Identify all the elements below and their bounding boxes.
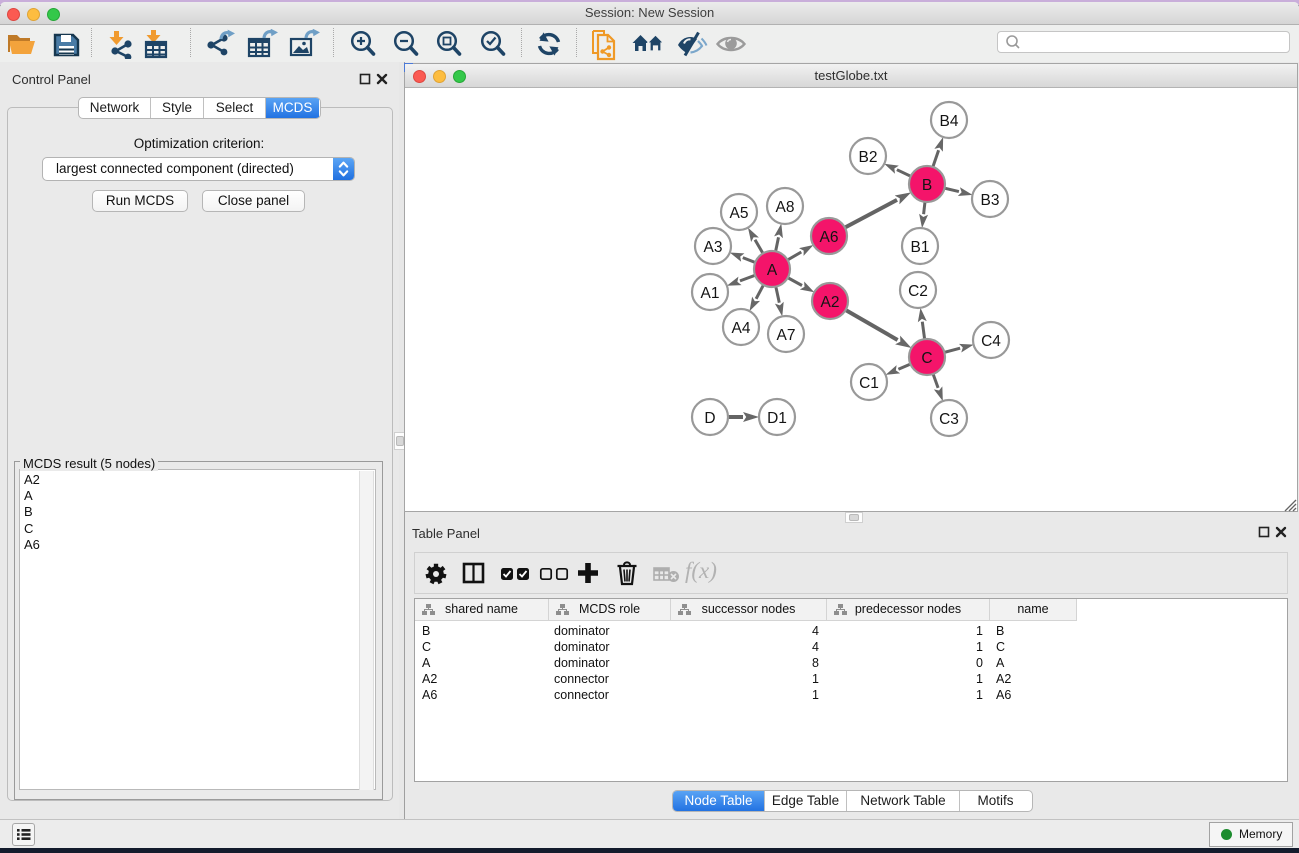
svg-text:C: C — [921, 350, 932, 367]
svg-text:B: B — [922, 177, 932, 194]
svg-text:B3: B3 — [981, 192, 1000, 209]
svg-text:B4: B4 — [940, 113, 959, 130]
svg-text:A4: A4 — [732, 320, 751, 337]
svg-text:D: D — [704, 410, 715, 427]
svg-text:A3: A3 — [704, 239, 723, 256]
svg-text:B2: B2 — [859, 149, 878, 166]
svg-text:A: A — [767, 262, 778, 279]
svg-text:A6: A6 — [820, 229, 839, 246]
svg-text:D1: D1 — [767, 410, 787, 427]
svg-text:C2: C2 — [908, 283, 928, 300]
svg-text:C4: C4 — [981, 333, 1001, 350]
svg-text:A2: A2 — [821, 294, 840, 311]
svg-text:A1: A1 — [701, 285, 720, 302]
svg-text:C3: C3 — [939, 411, 959, 428]
svg-text:A5: A5 — [730, 205, 749, 222]
svg-text:B1: B1 — [911, 239, 930, 256]
svg-text:A8: A8 — [776, 199, 795, 216]
svg-text:A7: A7 — [777, 327, 796, 344]
svg-text:C1: C1 — [859, 375, 879, 392]
